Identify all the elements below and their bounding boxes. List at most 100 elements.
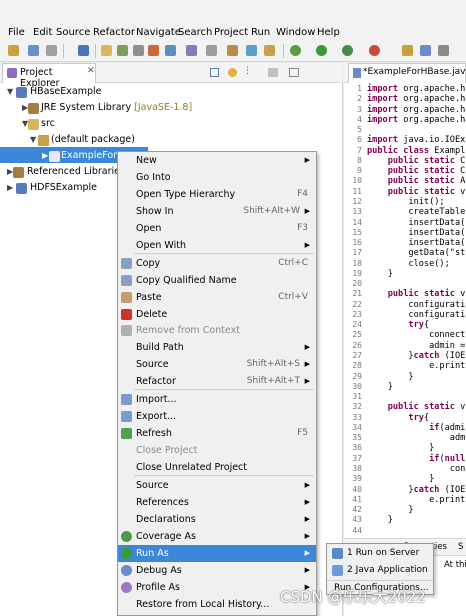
- menu-item-source[interactable]: Source Shift+Alt+S ▶: [118, 356, 316, 373]
- menu-item-build-path[interactable]: Build Path ▶: [118, 339, 316, 356]
- menu-item-copy[interactable]: Copy Ctrl+C: [118, 255, 316, 272]
- java-app-icon: [332, 565, 343, 576]
- code-line: }: [367, 474, 435, 485]
- maximize-icon[interactable]: [289, 68, 299, 77]
- open-perspective-icon[interactable]: [438, 45, 449, 56]
- menu-project[interactable]: Project: [214, 27, 248, 38]
- menu-window[interactable]: Window: [276, 27, 315, 38]
- line-number: 21: [352, 289, 362, 299]
- menu-search[interactable]: Search: [178, 27, 212, 38]
- submenu-arrow-icon: ▶: [304, 207, 310, 215]
- menu-item-go-into[interactable]: Go Into: [118, 169, 316, 186]
- skip-icon[interactable]: [117, 45, 128, 56]
- copy-icon: [121, 258, 132, 269]
- menu-item-import[interactable]: Import...: [118, 391, 316, 408]
- menu-item-label: Refactor: [136, 376, 176, 387]
- java-file-icon: [353, 68, 361, 78]
- code-line: public static Con: [387, 166, 466, 177]
- terminal-icon[interactable]: [78, 45, 89, 56]
- search-icon[interactable]: [165, 45, 176, 56]
- menu-item-label: Delete: [136, 309, 168, 320]
- code-line: configuration: [367, 309, 466, 320]
- toggle-icon[interactable]: [133, 45, 144, 56]
- build-icon[interactable]: [101, 45, 112, 56]
- code-line: admin = c: [367, 340, 466, 351]
- menu-item-label: Paste: [136, 292, 162, 303]
- minimize-icon[interactable]: [268, 68, 278, 77]
- menu-item-declarations[interactable]: Declarations ▶: [118, 511, 316, 528]
- menu-file[interactable]: File: [8, 27, 25, 38]
- menu-source[interactable]: Source: [56, 27, 90, 38]
- annotation-icon[interactable]: [186, 45, 197, 56]
- save-all-icon[interactable]: [46, 45, 57, 56]
- menu-help[interactable]: Help: [317, 27, 340, 38]
- expand-icon[interactable]: ▼: [7, 87, 13, 96]
- save-icon[interactable]: [28, 45, 39, 56]
- open-type-icon[interactable]: [246, 45, 257, 56]
- menu-item-open[interactable]: Open F3: [118, 220, 316, 237]
- tree-item-hbaseexample[interactable]: HBaseExample: [30, 84, 102, 100]
- new-class-icon[interactable]: [402, 45, 413, 56]
- menu-item-paste[interactable]: Paste Ctrl+V: [118, 289, 316, 306]
- menu-item-open-with[interactable]: Open With ▶: [118, 237, 316, 254]
- menu-item-delete[interactable]: Delete: [118, 306, 316, 323]
- menu-item-export[interactable]: Export...: [118, 408, 316, 425]
- menu-item-open-type-hierarchy[interactable]: Open Type Hierarchy F4: [118, 186, 316, 203]
- menu-item-java-application[interactable]: 2 Java Application: [327, 562, 433, 579]
- watermark: CSDN @乐乐大2022: [280, 588, 426, 606]
- menu-item-source[interactable]: Source ▶: [118, 477, 316, 494]
- collapse-icon[interactable]: ▶: [42, 151, 48, 160]
- link-editor-icon[interactable]: [228, 68, 237, 77]
- external-tools-icon[interactable]: [369, 45, 380, 56]
- view-menu-icon[interactable]: ⋮: [243, 66, 252, 76]
- submenu-arrow-icon: ▶: [304, 360, 310, 368]
- menu-item-shortcut: F4: [297, 189, 308, 199]
- expand-icon[interactable]: ▼: [30, 135, 36, 144]
- tab-exampleforhbase[interactable]: *ExampleForHBase.java: [348, 63, 466, 83]
- coverage-icon[interactable]: [342, 45, 353, 56]
- line-number: 7: [357, 145, 362, 155]
- menu-run[interactable]: Run: [251, 27, 270, 38]
- menu-item-close-unrelated-project[interactable]: Close Unrelated Project: [118, 459, 316, 476]
- run-icon[interactable]: [316, 45, 327, 56]
- menu-edit[interactable]: Edit: [33, 27, 52, 38]
- line-number: 2: [357, 94, 362, 104]
- debug-icon[interactable]: [290, 45, 301, 56]
- menu-item-show-in[interactable]: Show In Shift+Alt+W ▶: [118, 203, 316, 220]
- menu-item-debug-as[interactable]: Debug As ▶: [118, 562, 316, 579]
- line-number: 20: [352, 279, 362, 289]
- collapse-all-icon[interactable]: [210, 68, 219, 77]
- menu-item-run-on-server[interactable]: 1 Run on Server: [327, 545, 433, 562]
- menu-refactor[interactable]: Refactor: [93, 27, 135, 38]
- line-number: 42: [352, 505, 362, 515]
- tree-item-jre[interactable]: JRE System Library [JavaSE-1.8]: [41, 100, 192, 116]
- line-number: 17: [352, 248, 362, 258]
- mark-icon[interactable]: [148, 45, 159, 56]
- tree-item-referenced-libraries[interactable]: Referenced Libraries: [27, 164, 125, 180]
- line-number: 15: [352, 227, 362, 237]
- tree-item-default-package[interactable]: (default package): [51, 132, 135, 148]
- pin-icon[interactable]: [206, 45, 217, 56]
- menu-item-refresh[interactable]: Refresh F5: [118, 425, 316, 442]
- tab-project-explorer[interactable]: Project Explorer ✕: [2, 63, 96, 89]
- menu-navigate[interactable]: Navigate: [136, 27, 181, 38]
- collapse-icon[interactable]: ▶: [7, 183, 13, 192]
- menu-item-coverage-as[interactable]: Coverage As ▶: [118, 528, 316, 545]
- menu-item-refactor[interactable]: Refactor Shift+Alt+T ▶: [118, 373, 316, 390]
- tree-item-src[interactable]: src: [41, 116, 55, 132]
- menu-item-copy-qualified-name[interactable]: Copy Qualified Name: [118, 272, 316, 289]
- tree-item-hdfsexample[interactable]: HDFSExample: [30, 180, 97, 196]
- menu-item-references[interactable]: References ▶: [118, 494, 316, 511]
- task-icon[interactable]: [227, 45, 238, 56]
- menu-item-new[interactable]: New ▶: [118, 152, 316, 169]
- menu-item-run-as[interactable]: Run As ▶: [118, 545, 316, 562]
- submenu-arrow-icon: ▶: [304, 156, 310, 164]
- open-resource-icon[interactable]: [264, 45, 275, 56]
- toolbar-separator: [95, 44, 96, 58]
- new-icon[interactable]: [8, 45, 19, 56]
- submenu-arrow-icon: ▶: [304, 498, 310, 506]
- close-icon[interactable]: ✕: [87, 66, 95, 76]
- project-icon: [16, 87, 27, 98]
- new-package-icon[interactable]: [420, 45, 431, 56]
- tab-servers[interactable]: S: [458, 542, 463, 552]
